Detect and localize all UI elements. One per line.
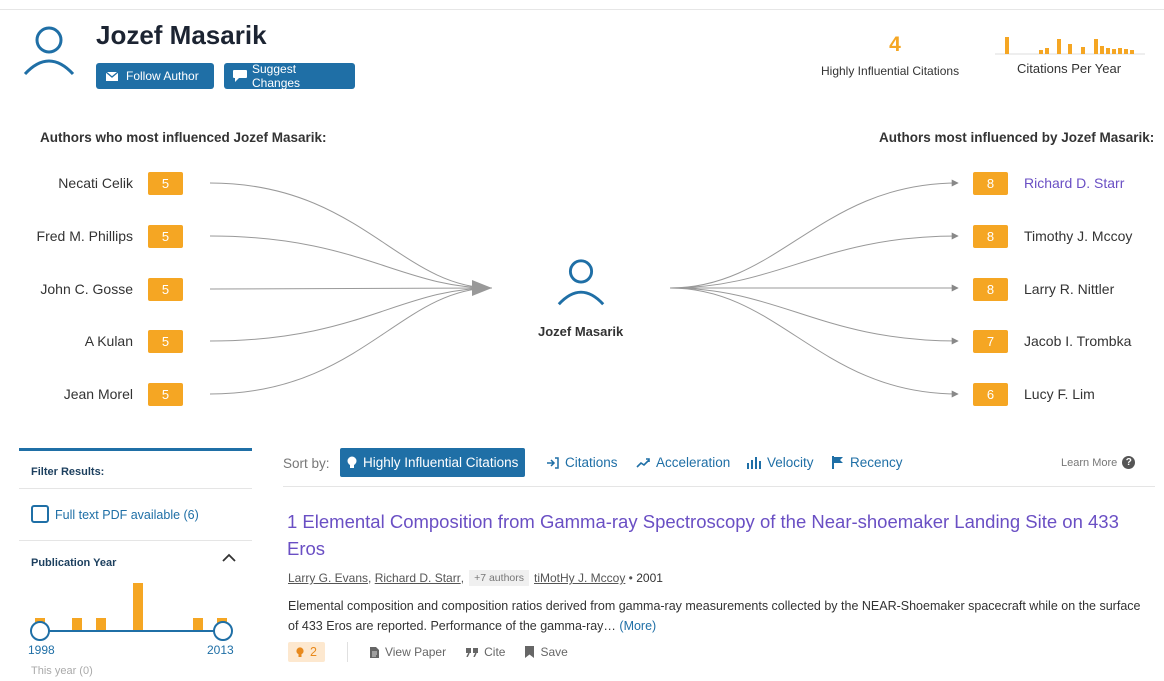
citations-per-year-label: Citations Per Year xyxy=(1017,61,1122,76)
quote-icon xyxy=(466,647,479,657)
bulb-icon xyxy=(296,646,304,658)
year-end-label: 2013 xyxy=(207,643,234,657)
this-year-label: This year (0) xyxy=(31,665,93,677)
save-label: Save xyxy=(540,645,568,659)
sort-divider xyxy=(283,486,1155,487)
author-avatar-icon xyxy=(23,26,75,76)
sort-citations[interactable]: Citations xyxy=(546,448,618,477)
influenced-count-badge: 8 xyxy=(973,172,1008,195)
bars-icon xyxy=(747,456,761,469)
influenced-count-badge: 8 xyxy=(973,225,1008,248)
bulb-icon xyxy=(347,456,357,469)
author-link[interactable]: Larry G. Evans xyxy=(288,571,368,585)
view-paper-button[interactable]: View Paper xyxy=(369,645,447,659)
chevron-up-icon[interactable] xyxy=(221,553,237,563)
paper-title[interactable]: 1 Elemental Composition from Gamma-ray S… xyxy=(287,508,1147,562)
pdf-available-label[interactable]: Full text PDF available (6) xyxy=(55,508,199,522)
highly-influential-count: 2 xyxy=(310,645,317,659)
highly-influential-badge: 2 xyxy=(288,642,325,662)
author-link[interactable]: tiMotHy J. Mccoy xyxy=(534,571,625,585)
influenced-title: Authors most influenced by Jozef Masarik… xyxy=(879,130,1155,145)
center-author-avatar-icon xyxy=(557,259,605,306)
sort-option-label: Citations xyxy=(565,455,618,470)
paper-authors: Larry G. Evans, Richard D. Starr, +7 aut… xyxy=(288,570,663,586)
follow-author-label: Follow Author xyxy=(126,69,199,83)
pdf-available-checkbox[interactable] xyxy=(31,505,49,523)
influencer-name[interactable]: Fred M. Phillips xyxy=(37,228,133,244)
abstract-text: Elemental composition and composition ra… xyxy=(288,599,1141,633)
citations-per-year-sparkline xyxy=(995,37,1145,55)
sort-option-label: Acceleration xyxy=(656,455,731,470)
influencer-name[interactable]: Necati Celik xyxy=(58,175,133,191)
influencer-count-badge: 5 xyxy=(148,383,183,406)
influencers-title: Authors who most influenced Jozef Masari… xyxy=(40,130,327,145)
sort-option-label: Highly Influential Citations xyxy=(363,455,519,470)
filter-divider xyxy=(19,488,252,489)
sort-option-label: Velocity xyxy=(767,455,814,470)
influencer-count-badge: 5 xyxy=(148,172,183,195)
abstract-more-link[interactable]: (More) xyxy=(619,619,656,633)
cite-label: Cite xyxy=(484,645,506,659)
paper-abstract: Elemental composition and composition ra… xyxy=(288,596,1148,636)
learn-more-label: Learn More xyxy=(1061,456,1118,469)
sort-acceleration[interactable]: Acceleration xyxy=(636,448,730,477)
save-button[interactable]: Save xyxy=(525,645,568,659)
cite-arrow-icon xyxy=(546,456,559,469)
trend-icon xyxy=(636,457,650,468)
publication-year-title: Publication Year xyxy=(31,557,117,569)
view-paper-label: View Paper xyxy=(384,645,447,659)
influenced-name[interactable]: Richard D. Starr xyxy=(1024,175,1124,191)
influencer-name[interactable]: Jean Morel xyxy=(64,386,133,402)
center-author-name: Jozef Masarik xyxy=(538,324,624,339)
paper-actions: 2 View Paper Cite Save xyxy=(288,641,588,663)
influenced-count-badge: 6 xyxy=(973,383,1008,406)
document-icon xyxy=(369,646,379,658)
author-link[interactable]: Richard D. Starr xyxy=(375,571,461,585)
year-start-label: 1998 xyxy=(28,643,55,657)
filter-divider xyxy=(19,540,252,541)
influenced-name[interactable]: Jacob I. Trombka xyxy=(1024,333,1131,349)
help-icon: ? xyxy=(1122,456,1136,469)
publication-year-histogram[interactable] xyxy=(19,571,252,641)
suggest-changes-label: Suggest Changes xyxy=(252,62,301,90)
speech-bubble-icon xyxy=(232,69,248,83)
envelope-icon xyxy=(106,71,118,81)
action-divider xyxy=(346,642,348,662)
sort-recency[interactable]: Recency xyxy=(832,448,903,477)
sort-velocity[interactable]: Velocity xyxy=(747,448,814,477)
flag-icon xyxy=(832,456,844,469)
influencer-name[interactable]: John C. Gosse xyxy=(40,281,133,297)
influenced-name[interactable]: Lucy F. Lim xyxy=(1024,386,1095,402)
paper-year: 2001 xyxy=(636,571,663,585)
cite-button[interactable]: Cite xyxy=(466,645,505,659)
influencer-count-badge: 5 xyxy=(148,278,183,301)
learn-more-link[interactable]: Learn More ? xyxy=(1061,456,1136,469)
influencer-count-badge: 5 xyxy=(148,330,183,353)
year-start-handle[interactable] xyxy=(30,621,50,641)
year-end-handle[interactable] xyxy=(213,621,233,641)
year-separator: • xyxy=(625,571,637,585)
suggest-changes-button[interactable]: Suggest Changes xyxy=(224,62,355,90)
influencer-count-badge: 5 xyxy=(148,225,183,248)
top-divider xyxy=(0,9,1164,10)
influenced-count-badge: 8 xyxy=(973,278,1008,301)
more-authors-button[interactable]: +7 authors xyxy=(469,570,529,586)
filter-title: Filter Results: xyxy=(31,466,105,478)
influenced-name[interactable]: Larry R. Nittler xyxy=(1024,281,1114,297)
filter-panel: Filter Results: Full text PDF available … xyxy=(19,448,252,681)
influencer-name[interactable]: A Kulan xyxy=(85,333,133,349)
influenced-name[interactable]: Timothy J. Mccoy xyxy=(1024,228,1132,244)
follow-author-button[interactable]: Follow Author xyxy=(96,63,214,89)
sort-option-label: Recency xyxy=(850,455,903,470)
influenced-count-badge: 7 xyxy=(973,330,1008,353)
sort-by-label: Sort by: xyxy=(283,456,330,471)
author-name: Jozef Masarik xyxy=(96,20,267,50)
bookmark-icon xyxy=(525,646,535,658)
highly-influential-label: Highly Influential Citations xyxy=(821,64,960,78)
highly-influential-count: 4 xyxy=(889,33,901,56)
sort-highly-influential[interactable]: Highly Influential Citations xyxy=(340,448,526,477)
